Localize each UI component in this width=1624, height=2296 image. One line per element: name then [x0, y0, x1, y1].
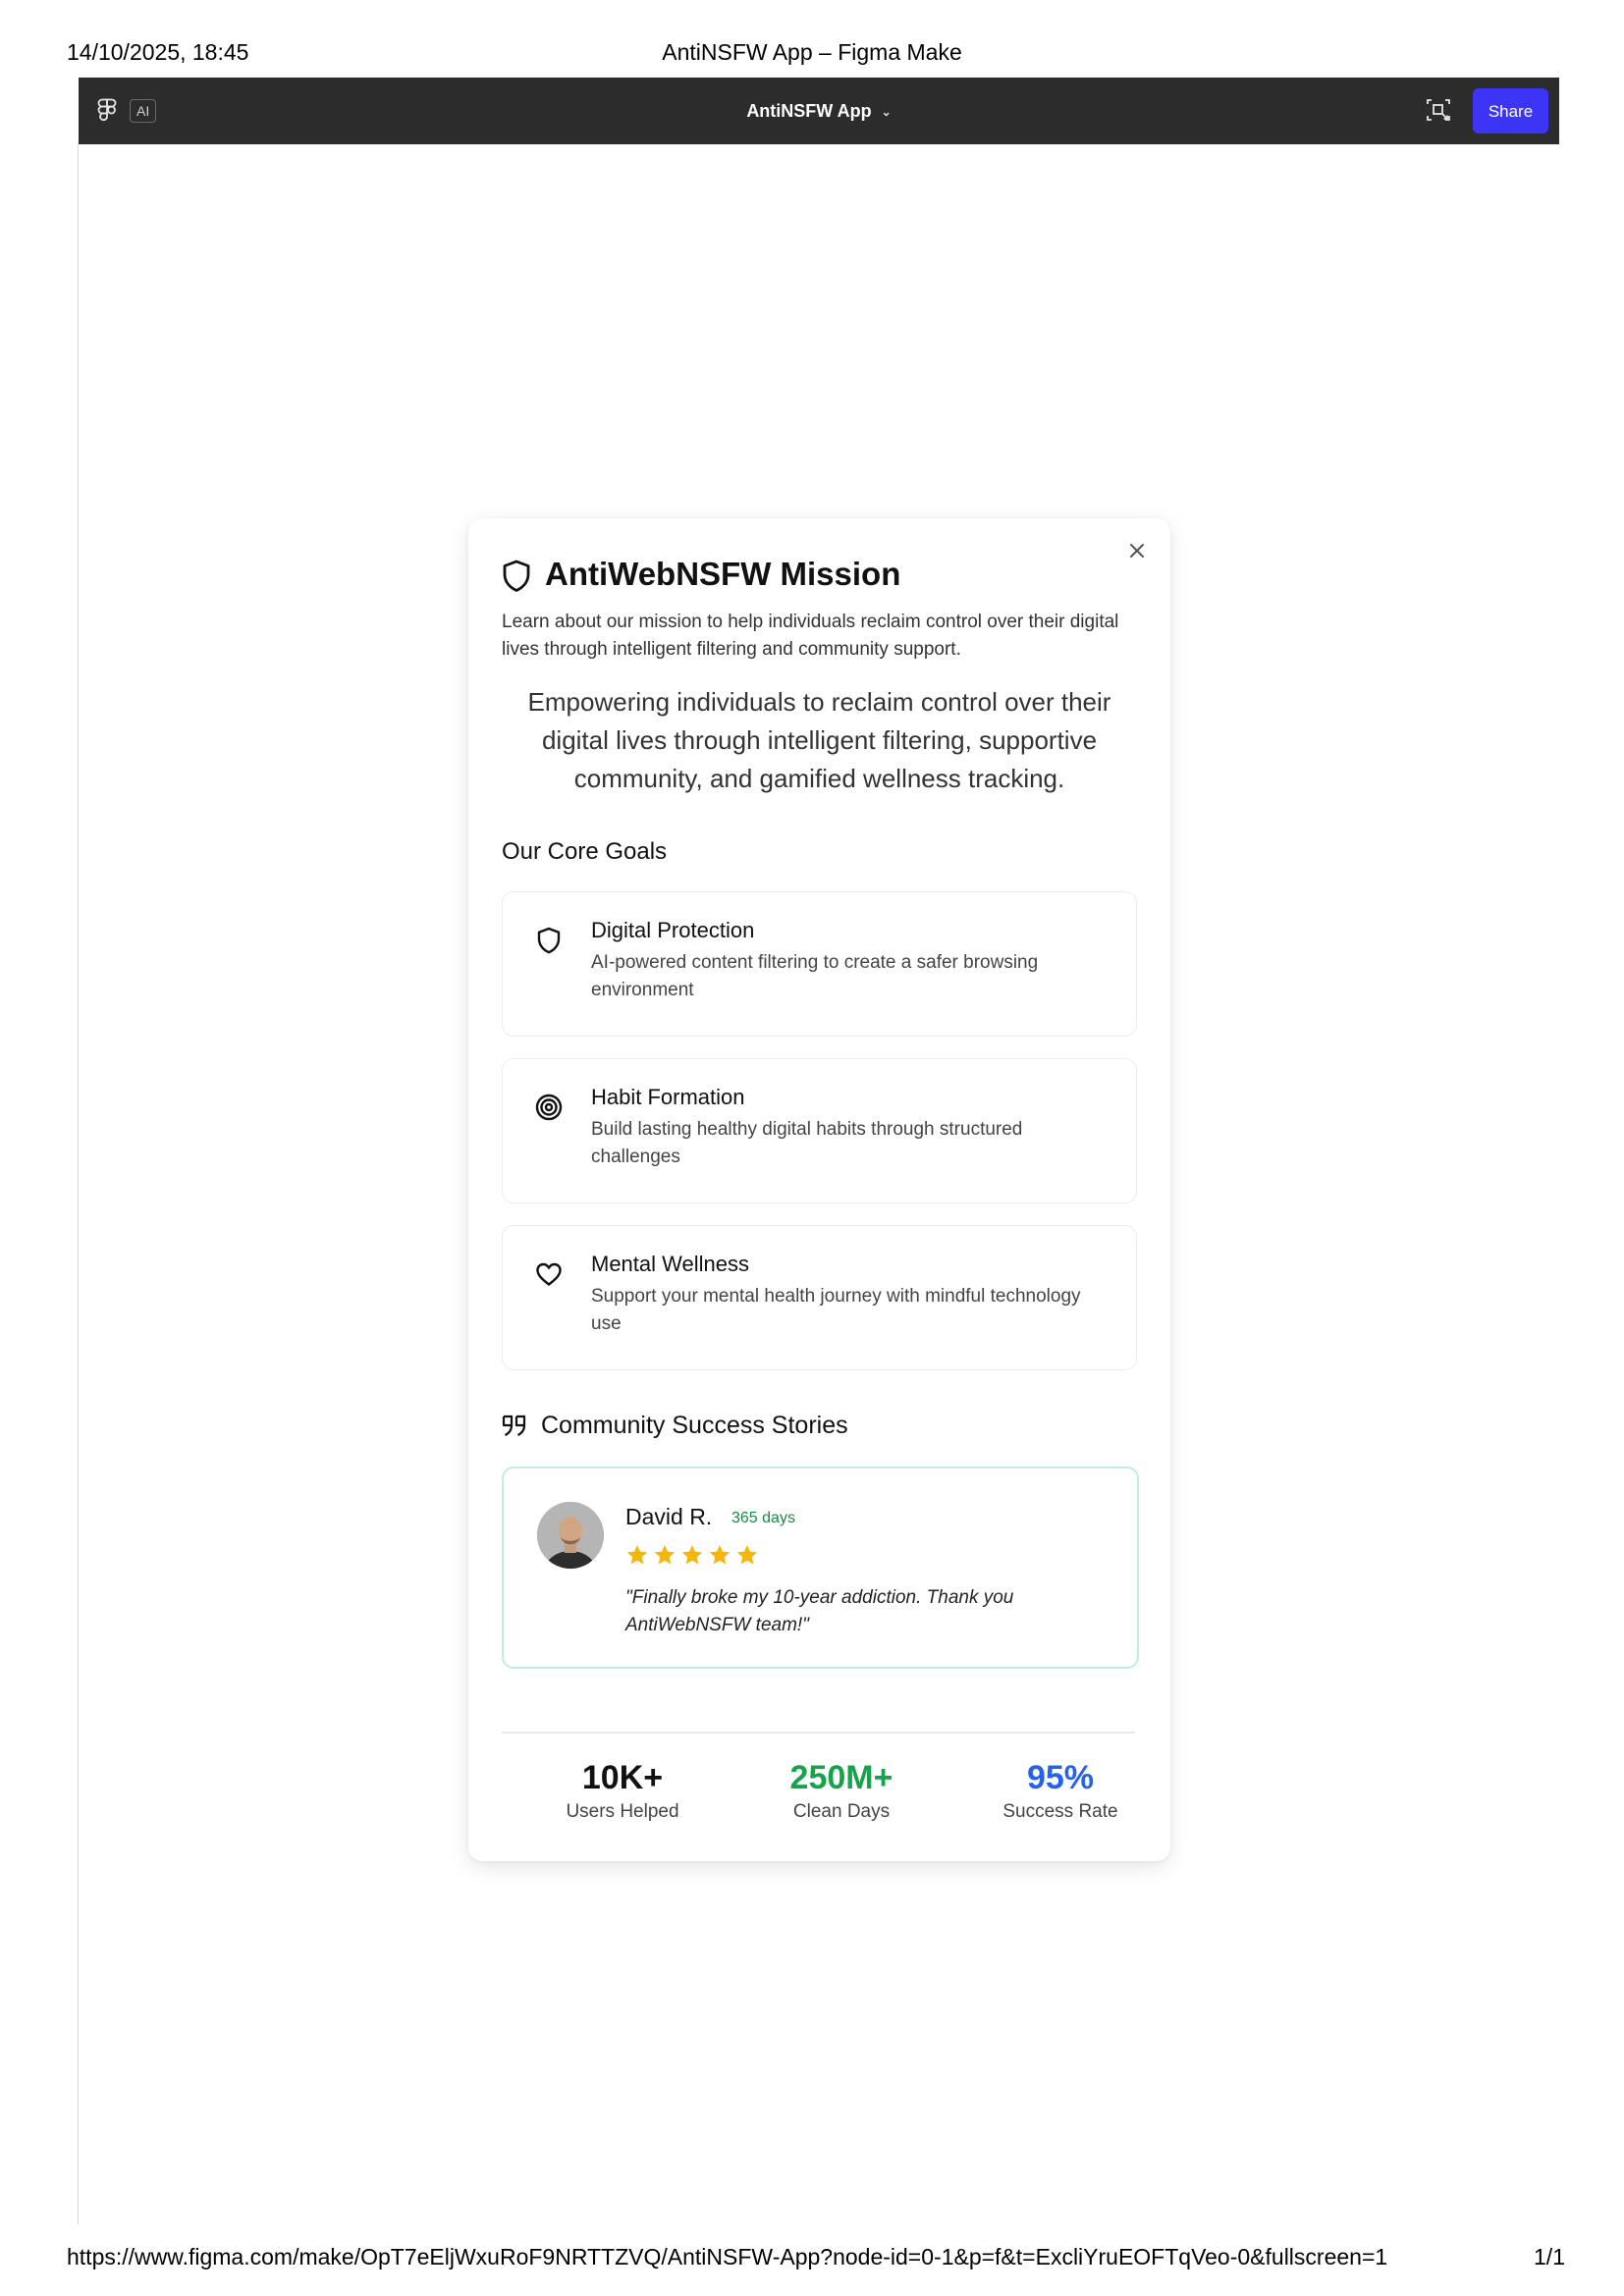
- story-author-name: David R.: [625, 1504, 713, 1529]
- star-icon: [736, 1545, 758, 1565]
- frame-border: [78, 143, 79, 2224]
- share-button[interactable]: Share: [1473, 88, 1548, 133]
- goal-description: Support your mental health journey with …: [591, 1286, 1081, 1334]
- star-icon: [626, 1545, 648, 1565]
- success-stories-heading: Community Success Stories: [541, 1412, 848, 1439]
- heart-icon: [536, 1262, 562, 1286]
- star-icon: [709, 1545, 731, 1565]
- stat-value: 10K+: [581, 1759, 664, 1796]
- stat-value: 95%: [1026, 1759, 1095, 1796]
- core-goals-heading: Our Core Goals: [502, 838, 668, 865]
- stat-value: 250M+: [789, 1759, 893, 1796]
- goal-description: Build lasting healthy digital habits thr…: [591, 1119, 1023, 1167]
- goal-title: Habit Formation: [591, 1085, 745, 1109]
- close-icon[interactable]: [1126, 540, 1148, 561]
- present-icon[interactable]: [1426, 97, 1451, 123]
- goal-title: Mental Wellness: [591, 1252, 749, 1276]
- shield-icon: [503, 560, 530, 592]
- mission-statement: Empowering individuals to reclaim contro…: [527, 687, 1111, 793]
- print-url: https://www.figma.com/make/OpT7eEljWxuRo…: [67, 2244, 1388, 2269]
- print-footer: https://www.figma.com/make/OpT7eEljWxuRo…: [0, 2244, 1624, 2273]
- star-icon: [681, 1545, 703, 1565]
- app-title-menu[interactable]: AntiNSFW App ⌄: [79, 78, 1559, 144]
- stat-label: Clean Days: [792, 1801, 891, 1822]
- mission-dialog: AntiWebNSFW Mission Learn about our miss…: [468, 518, 1170, 1861]
- goal-card-digital-protection: Digital Protection AI-powered content fi…: [502, 891, 1137, 1037]
- stat-users-helped: 10K+ Users Helped: [524, 1757, 721, 1826]
- stat-label: Success Rate: [1002, 1801, 1118, 1822]
- print-title: AntiNSFW App – Figma Make: [662, 39, 962, 65]
- stats-divider: [502, 1732, 1135, 1734]
- print-header: 14/10/2025, 18:45 AntiNSFW App – Figma M…: [0, 39, 1624, 69]
- stat-label: Users Helped: [566, 1801, 679, 1822]
- app-title: AntiNSFW App: [746, 101, 872, 121]
- dialog-description: Learn about our mission to help individu…: [502, 612, 1119, 660]
- goal-title: Digital Protection: [591, 918, 755, 942]
- shield-icon: [537, 927, 561, 954]
- star-icon: [654, 1545, 676, 1565]
- goal-card-habit-formation: Habit Formation Build lasting healthy di…: [502, 1058, 1137, 1203]
- avatar: [537, 1502, 604, 1569]
- print-page-number: 1/1: [1534, 2244, 1565, 2269]
- target-icon: [535, 1094, 563, 1121]
- success-story-card: David R. 365 days "Finally broke my 10-y…: [502, 1467, 1139, 1669]
- story-streak-badge: 365 days: [731, 1510, 795, 1526]
- goal-card-mental-wellness: Mental Wellness Support your mental heal…: [502, 1225, 1137, 1370]
- stat-success-rate: 95% Success Rate: [962, 1757, 1159, 1826]
- stat-clean-days: 250M+ Clean Days: [743, 1757, 940, 1826]
- story-quote: "Finally broke my 10-year addiction. Tha…: [625, 1587, 1014, 1635]
- quote-icon: [502, 1415, 526, 1436]
- figma-toolbar: AI AntiNSFW App ⌄ Share: [79, 78, 1559, 144]
- goal-description: AI-powered content filtering to create a…: [591, 952, 1039, 1000]
- chevron-down-icon: ⌄: [881, 105, 892, 120]
- dialog-title: AntiWebNSFW Mission: [545, 556, 901, 592]
